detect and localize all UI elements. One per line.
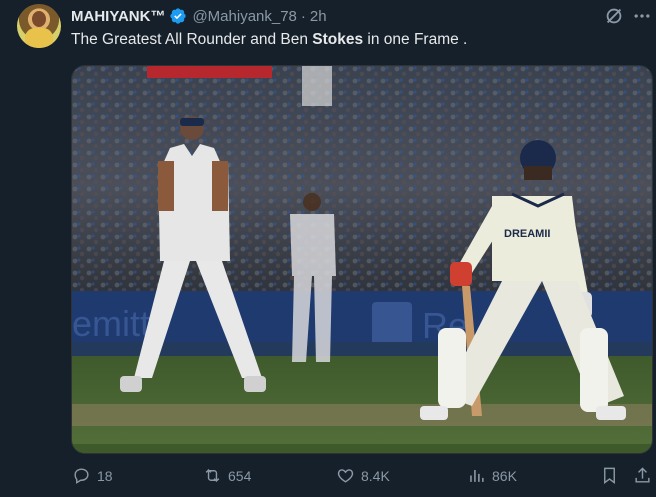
like-count: 8.4K — [361, 467, 390, 484]
tweet-photo[interactable]: emitt Re DREAMII — [71, 65, 653, 454]
views-count: 86K — [492, 467, 517, 484]
grok-icon[interactable] — [603, 5, 625, 27]
repost-icon — [205, 468, 220, 483]
post-time[interactable]: 2h — [310, 8, 327, 25]
author-handle[interactable]: @Mahiyank_78 — [192, 8, 296, 25]
cricket-photo: emitt Re DREAMII — [72, 66, 652, 453]
tweet-header: MAHIYANK™ @Mahiyank_78 · 2h — [71, 6, 327, 26]
tweet-text: The Greatest All Rounder and Ben Stokes … — [71, 31, 467, 49]
reply-button[interactable]: 18 — [72, 466, 113, 485]
views-icon — [470, 469, 484, 482]
like-button[interactable]: 8.4K — [336, 466, 390, 485]
reply-count: 18 — [97, 467, 113, 484]
tweet-text-part2: in one Frame . — [363, 31, 468, 48]
reply-icon — [74, 468, 89, 484]
views-button[interactable]: 86K — [467, 466, 517, 485]
share-button[interactable] — [633, 466, 656, 485]
bookmark-icon — [604, 467, 615, 485]
like-icon — [337, 469, 354, 483]
share-icon — [635, 467, 650, 483]
jersey-text: DREAMII — [504, 228, 550, 240]
repost-count: 654 — [228, 467, 252, 484]
board-text-left: emitt — [72, 303, 150, 344]
repost-button[interactable]: 654 — [203, 466, 251, 485]
action-bar: 18 654 8.4K 86K — [0, 466, 656, 492]
author-name[interactable]: MAHIYANK™ — [71, 8, 165, 25]
verified-icon — [170, 8, 187, 24]
tweet-text-bold: Stokes — [312, 31, 364, 48]
tweet-text-part1: The Greatest All Rounder and Ben — [71, 31, 313, 48]
separator-dot: · — [300, 7, 306, 25]
author-avatar[interactable] — [17, 4, 61, 48]
more-icon[interactable] — [632, 6, 652, 26]
bookmark-button[interactable] — [600, 466, 625, 485]
